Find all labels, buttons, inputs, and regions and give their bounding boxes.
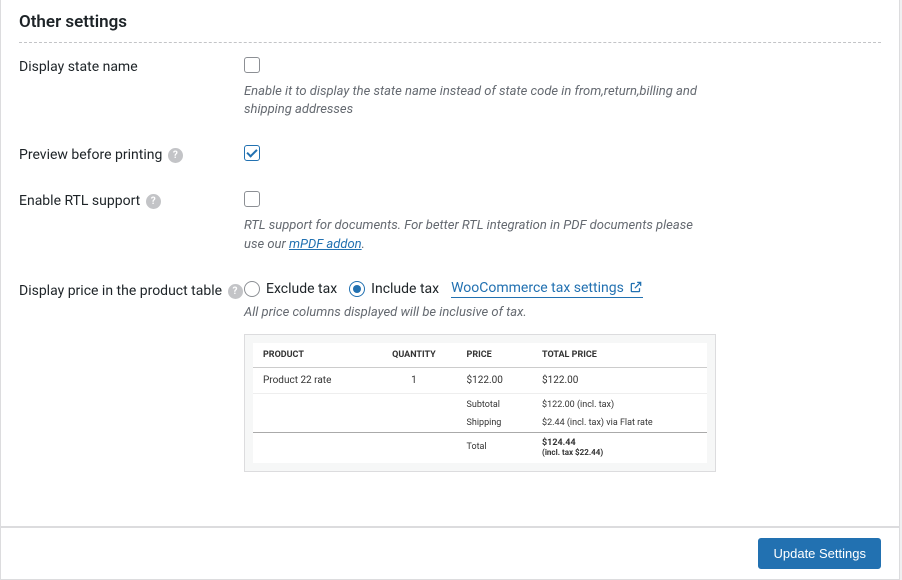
- tax-radio-group: Exclude tax Include tax WooCommerce tax …: [244, 280, 881, 298]
- label-enable-rtl: Enable RTL support ?: [19, 191, 244, 209]
- subtotal-label: Subtotal: [457, 393, 532, 414]
- desc-display-price: All price columns displayed will be incl…: [244, 304, 704, 322]
- link-text: WooCommerce tax settings: [451, 280, 624, 296]
- total-val: $124.44 (incl. tax $22.44): [532, 432, 707, 463]
- radio-include-tax-wrap[interactable]: Include tax: [349, 281, 439, 297]
- row-display-price: Display price in the product table ? Exc…: [19, 280, 881, 472]
- summary-shipping: Shipping $2.44 (incl. tax) via Flat rate: [253, 414, 707, 433]
- help-icon[interactable]: ?: [168, 148, 183, 163]
- section-title: Other settings: [19, 0, 881, 43]
- row-enable-rtl: Enable RTL support ? RTL support for doc…: [19, 191, 881, 253]
- summary-subtotal: Subtotal $122.00 (incl. tax): [253, 393, 707, 414]
- table-row: Product 22 rate 1 $122.00 $122.00: [253, 367, 707, 393]
- field-enable-rtl: RTL support for documents. For better RT…: [244, 191, 881, 253]
- field-preview-before-printing: [244, 145, 881, 165]
- mpdf-addon-link[interactable]: mPDF addon: [289, 237, 362, 252]
- cell-total: $122.00: [532, 367, 707, 393]
- label-preview-before-printing: Preview before printing ?: [19, 145, 244, 163]
- price-preview-box: PRODUCT QUANTITY PRICE TOTAL PRICE Produ…: [244, 334, 716, 472]
- desc-enable-rtl: RTL support for documents. For better RT…: [244, 217, 704, 253]
- th-total-price: TOTAL PRICE: [532, 343, 707, 368]
- radio-exclude-tax[interactable]: [244, 281, 260, 297]
- external-link-icon: [629, 280, 643, 294]
- update-settings-button[interactable]: Update Settings: [758, 538, 881, 569]
- checkbox-enable-rtl[interactable]: [244, 191, 260, 207]
- total-sub: (incl. tax $22.44): [542, 448, 697, 457]
- total-label: Total: [457, 432, 532, 463]
- desc-suffix: .: [362, 237, 365, 252]
- radio-include-tax[interactable]: [349, 281, 365, 297]
- help-icon[interactable]: ?: [228, 284, 243, 299]
- th-product: PRODUCT: [253, 343, 371, 368]
- label-text: Display state name: [19, 59, 138, 75]
- total-amount: $124.44: [542, 438, 576, 448]
- cell-price: $122.00: [457, 367, 532, 393]
- footer-bar: Update Settings: [0, 527, 900, 580]
- table-header-row: PRODUCT QUANTITY PRICE TOTAL PRICE: [253, 343, 707, 368]
- label-display-state-name: Display state name: [19, 57, 244, 75]
- label-text: Display price in the product table: [19, 283, 222, 299]
- cell-product: Product 22 rate: [253, 367, 371, 393]
- woocommerce-tax-settings-link[interactable]: WooCommerce tax settings: [451, 280, 643, 298]
- row-preview-before-printing: Preview before printing ?: [19, 145, 881, 165]
- label-text: Preview before printing: [19, 147, 162, 163]
- label-text: Enable RTL support: [19, 193, 140, 209]
- preview-table: PRODUCT QUANTITY PRICE TOTAL PRICE Produ…: [253, 343, 707, 463]
- checkbox-display-state-name[interactable]: [244, 57, 260, 73]
- label-display-price: Display price in the product table ?: [19, 280, 244, 299]
- shipping-label: Shipping: [457, 414, 532, 433]
- help-icon[interactable]: ?: [146, 194, 161, 209]
- th-price: PRICE: [457, 343, 532, 368]
- th-quantity: QUANTITY: [371, 343, 456, 368]
- row-display-state-name: Display state name Enable it to display …: [19, 57, 881, 119]
- radio-label: Include tax: [371, 281, 439, 297]
- checkbox-preview-before-printing[interactable]: [244, 145, 260, 161]
- cell-quantity: 1: [371, 367, 456, 393]
- shipping-val: $2.44 (incl. tax) via Flat rate: [532, 414, 707, 433]
- summary-total: Total $124.44 (incl. tax $22.44): [253, 432, 707, 463]
- field-display-price: Exclude tax Include tax WooCommerce tax …: [244, 280, 881, 472]
- desc-display-state-name: Enable it to display the state name inst…: [244, 83, 704, 119]
- subtotal-val: $122.00 (incl. tax): [532, 393, 707, 414]
- field-display-state-name: Enable it to display the state name inst…: [244, 57, 881, 119]
- settings-panel: Other settings Display state name Enable…: [0, 0, 900, 527]
- radio-exclude-tax-wrap[interactable]: Exclude tax: [244, 281, 337, 297]
- radio-label: Exclude tax: [266, 281, 337, 297]
